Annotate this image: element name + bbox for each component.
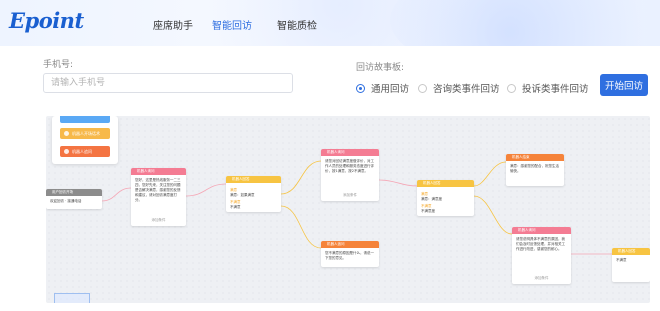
flow-node-robot-answer[interactable]: 机器人回答 不满意 [612,248,650,282]
palette-item-followup[interactable]: 机器人追问 [60,146,110,157]
radio-complaint-callback[interactable]: 投诉类事件回访 [507,81,589,95]
nav-smart-callback[interactable]: 智能回访 [212,17,252,32]
palette-item-opening[interactable]: 机器人开场话术 [60,128,110,139]
template-label: 回访故事板: [356,63,405,73]
radio-checked-icon [356,83,365,93]
flow-node-robot-ask[interactable]: 机器人询问 请您对回访满意度做评价，对工作人员的处理和服务态度进行评价，按1满意… [321,149,379,201]
phone-label: 手机号: [43,60,74,70]
flow-node-robot-followup[interactable]: 机器人追问 您不满意的原因是什么，请说一下您的意见。 [321,241,379,267]
radio-unchecked-icon [418,83,427,93]
radio-unchecked-icon [507,83,516,93]
radio-label: 通用回访 [371,84,410,95]
radio-label: 投诉类事件回访 [522,84,589,95]
flow-node-robot-ask[interactable]: 机器人询问 您好，这里是热线服务一二三四，您好先来，关注您的问题是否解决满意，感… [131,168,186,226]
node-palette: 机器人开场话术 机器人追问 [52,116,118,164]
flow-canvas[interactable]: 机器人开场话术 机器人追问 用户回访开场 欢迎回访 · 接通电话 机器人询问 您… [46,116,650,303]
plus-icon [64,131,69,136]
top-navbar: Epoint 座席助手 智能回访 智能质检 [0,0,660,46]
palette-item-hidden[interactable] [60,116,110,123]
flow-node-robot-answer[interactable]: 机器人回答 满意 满意：如果满意 不满意 不满意 [226,176,281,212]
radio-consult-callback[interactable]: 咨询类事件回访 [418,81,500,95]
nav-seat-assistant[interactable]: 座席助手 [153,17,193,32]
canvas-minimap[interactable] [54,293,90,303]
flow-node-start[interactable]: 用户回访开场 欢迎回访 · 接通电话 [46,189,102,209]
plus-icon [64,149,69,154]
start-callback-button[interactable]: 开始回访 [600,74,648,96]
phone-input[interactable] [43,73,293,93]
radio-label: 咨询类事件回访 [433,84,500,95]
flow-node-robot-answer[interactable]: 机器人回答 满意 满意：满意度 不满意 不满意度 [417,180,474,216]
flow-node-robot-ask[interactable]: 机器人询问 请您说明具体不满意的原因，我们会及时反馈处理，并对相关工作进行改进，… [512,227,571,284]
flow-node-robot-end[interactable]: 机器人结束 满意：感谢您的配合，祝您生活愉快。 [506,154,564,186]
app-logo: Epoint [9,8,84,33]
nav-smart-quality[interactable]: 智能质检 [277,17,317,32]
radio-general-callback[interactable]: 通用回访 [356,81,409,95]
